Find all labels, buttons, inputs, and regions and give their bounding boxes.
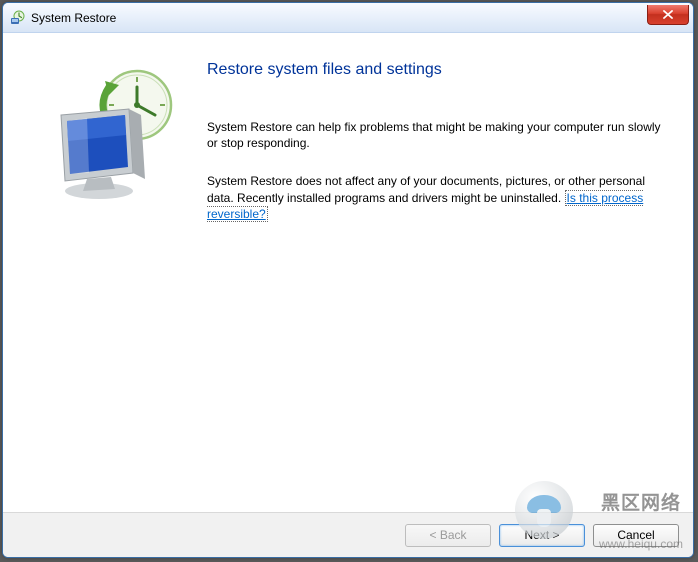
titlebar[interactable]: System Restore <box>3 3 693 33</box>
next-button[interactable]: Next > <box>499 524 585 547</box>
close-icon <box>663 10 673 19</box>
app-icon <box>9 10 25 26</box>
wizard-footer: < Back Next > Cancel <box>3 512 693 557</box>
content-area: Restore system files and settings System… <box>3 33 693 512</box>
text-area: Restore system files and settings System… <box>197 61 669 512</box>
back-button: < Back <box>405 524 491 547</box>
intro-paragraph: System Restore can help fix problems tha… <box>207 119 669 151</box>
system-restore-window: System Restore <box>2 2 694 558</box>
cancel-button[interactable]: Cancel <box>593 524 679 547</box>
restore-illustration <box>27 61 197 512</box>
details-paragraph: System Restore does not affect any of yo… <box>207 173 669 222</box>
close-button[interactable] <box>647 5 689 25</box>
page-heading: Restore system files and settings <box>207 61 669 79</box>
window-title: System Restore <box>31 11 116 25</box>
